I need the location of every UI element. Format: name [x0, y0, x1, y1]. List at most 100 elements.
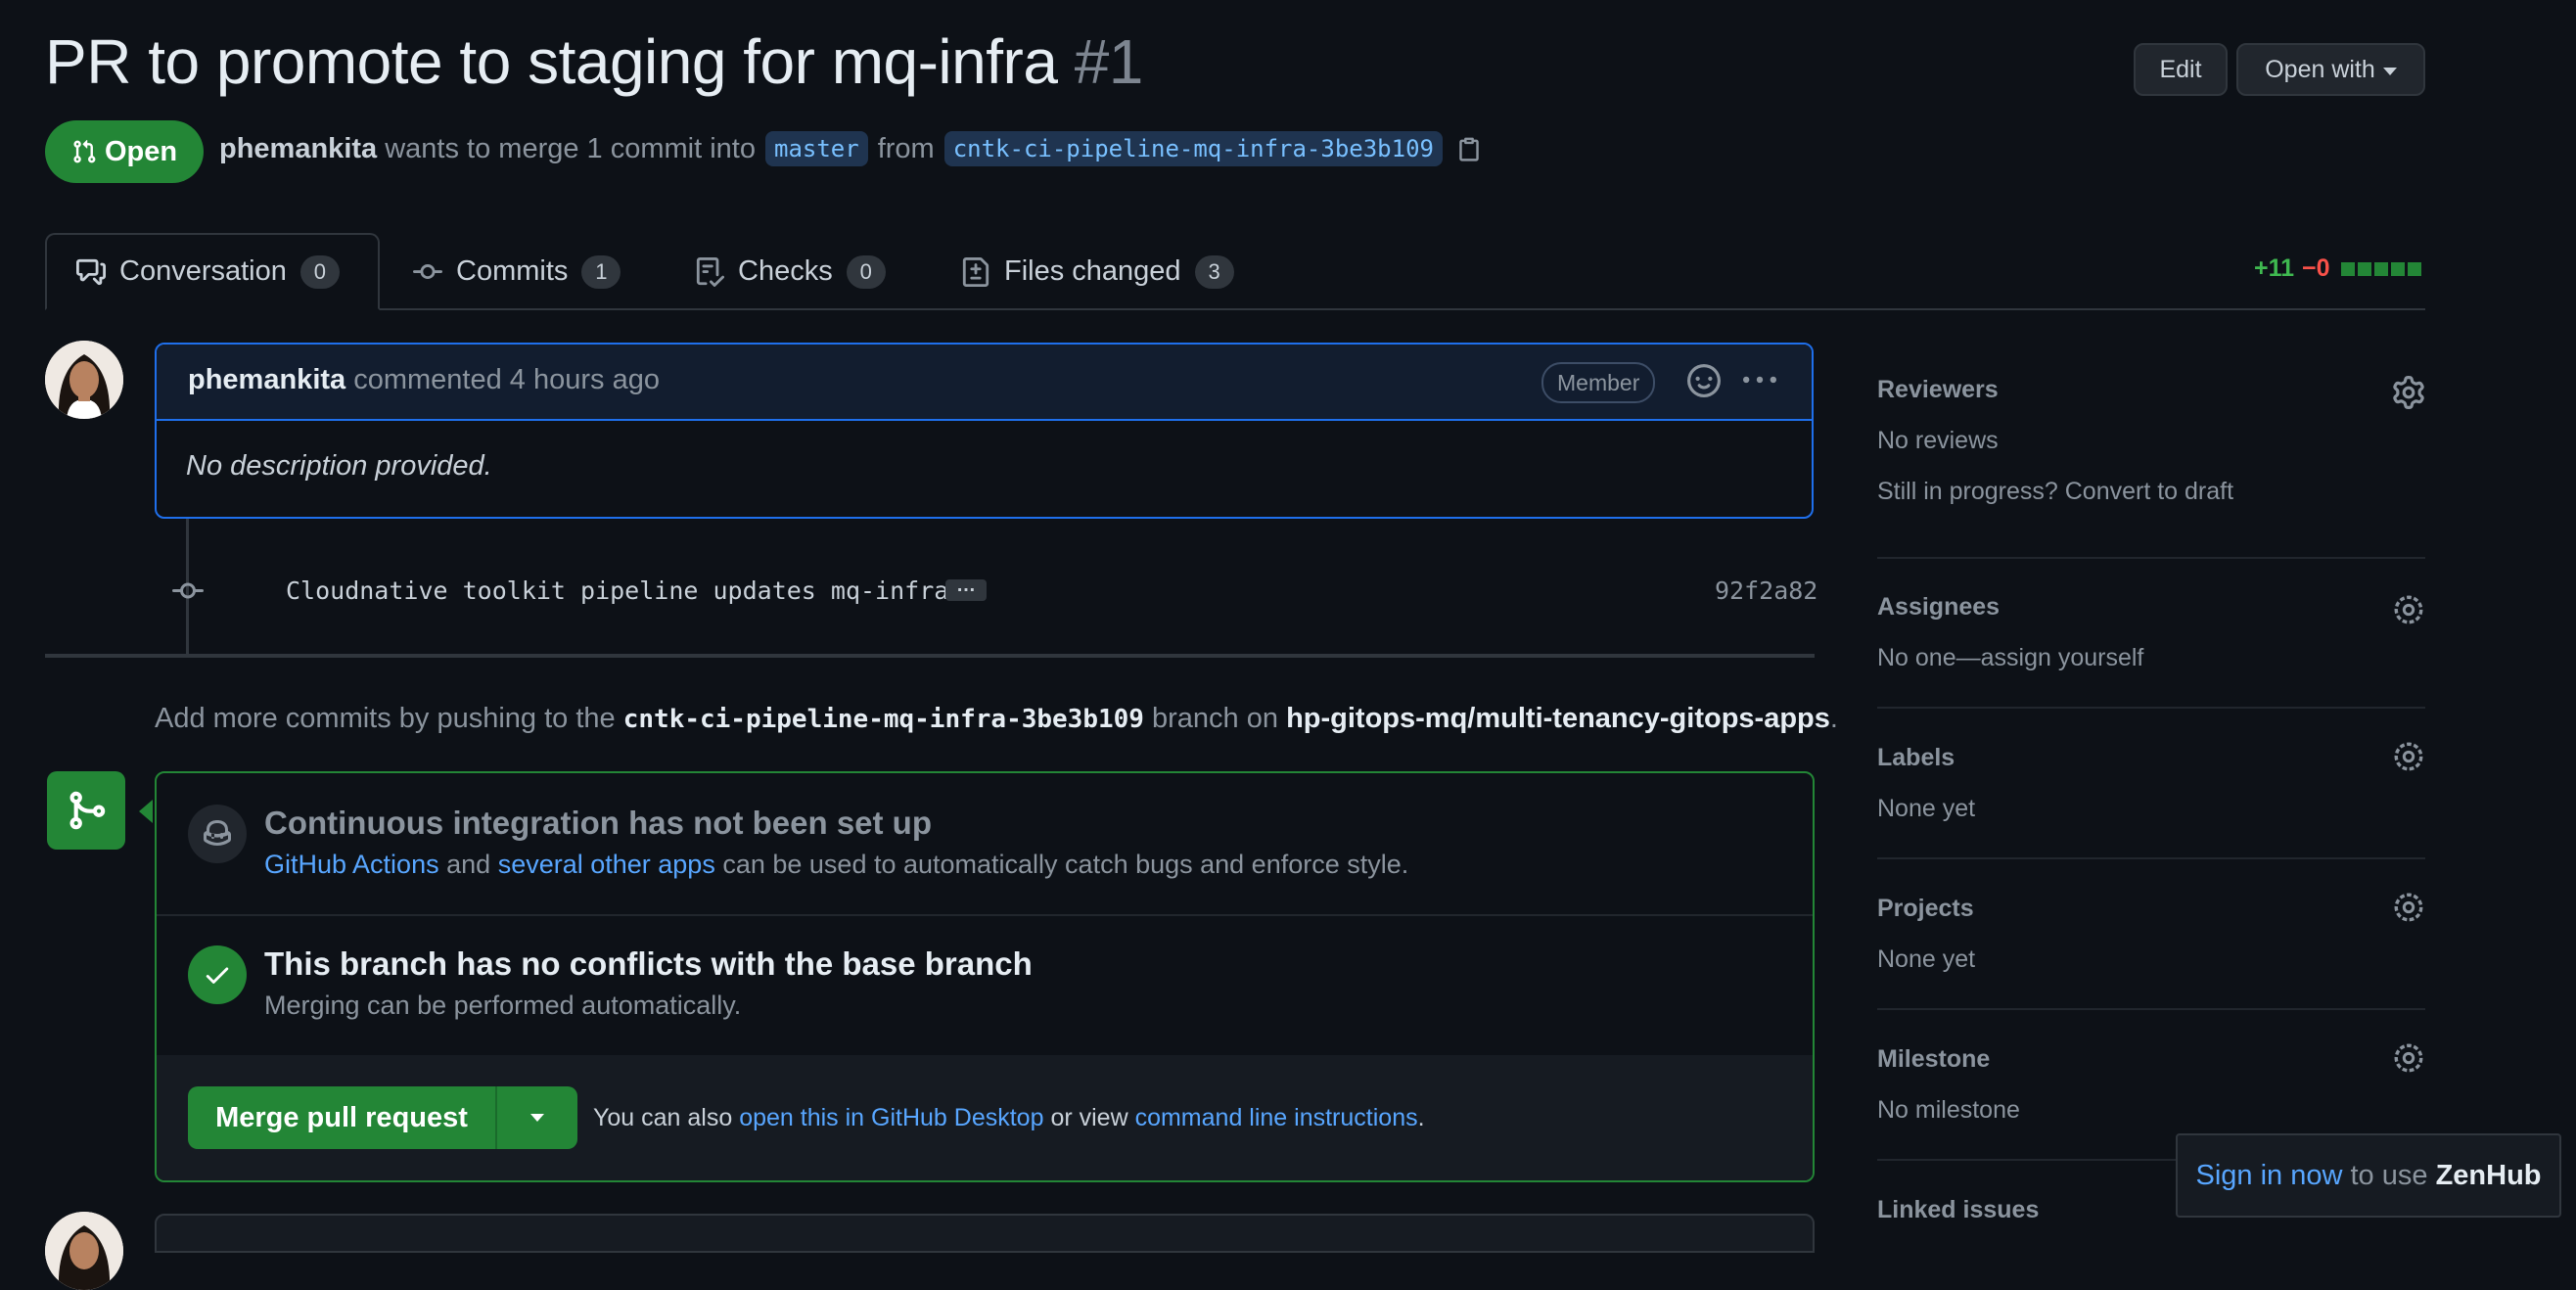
tab-commits[interactable]: Commits 1: [413, 233, 621, 310]
tab-conversation[interactable]: Conversation 0: [45, 233, 380, 310]
ci-rest: can be used to automatically catch bugs …: [722, 850, 1409, 879]
merge-note-prefix: You can also: [593, 1104, 733, 1131]
push-note-repo[interactable]: hp-gitops-mq/multi-tenancy-gitops-apps: [1286, 703, 1830, 734]
copilot-icon: [204, 820, 231, 846]
ci-and: and: [446, 850, 491, 879]
avatar[interactable]: [45, 1212, 123, 1290]
github-actions-link[interactable]: GitHub Actions: [264, 850, 439, 879]
ci-description: GitHub Actions and several other apps ca…: [264, 850, 1408, 880]
zenhub-signin-link[interactable]: Sign in now: [2196, 1160, 2343, 1192]
other-apps-link[interactable]: several other apps: [498, 850, 715, 879]
base-branch[interactable]: master: [765, 131, 868, 166]
checklist-icon: [696, 256, 724, 287]
sidebar-reviewers-value: No reviews: [1877, 427, 1999, 454]
sidebar-labels-value: None yet: [1877, 795, 1976, 822]
no-conflicts-title: This branch has no conflicts with the ba…: [264, 945, 1033, 982]
push-note-middle: branch on: [1152, 703, 1279, 734]
user-avatar-image: [45, 1212, 123, 1290]
tab-checks[interactable]: Checks 0: [695, 233, 886, 310]
comment-box: phemankita commented 4 hours ago Member …: [155, 343, 1814, 519]
sidebar-assignees-value[interactable]: No one—assign yourself: [1877, 644, 2143, 672]
kebab-horizontal-icon[interactable]: [1742, 364, 1777, 397]
diffstat-block: [2357, 261, 2371, 276]
pr-title-text: PR to promote to staging for mq-infra: [45, 26, 1058, 97]
sidebar-divider: [1877, 857, 2425, 859]
sidebar-labels-title[interactable]: Labels: [1877, 744, 1955, 772]
comment-author[interactable]: phemankita: [188, 364, 345, 395]
file-diff-icon: [962, 256, 989, 287]
command-line-instructions-link[interactable]: command line instructions: [1135, 1104, 1418, 1131]
sidebar-assignees-title[interactable]: Assignees: [1877, 593, 2000, 622]
chevron-down-icon: [2382, 67, 2397, 75]
tab-commits-label: Commits: [456, 255, 569, 287]
push-note-branch: cntk-ci-pipeline-mq-infra-3be3b109: [622, 705, 1144, 734]
smiley-icon[interactable]: [1687, 364, 1721, 397]
git-commit-icon: [172, 582, 204, 599]
tab-checks-count: 0: [846, 254, 886, 289]
commit-message-link[interactable]: Cloudnative toolkit pipeline updates mq-…: [286, 576, 948, 605]
comment-meta: phemankita commented 4 hours ago: [188, 364, 660, 396]
commit-expand-button[interactable]: …: [945, 576, 987, 601]
merge-note: You can also open this in GitHub Desktop…: [593, 1104, 1425, 1132]
head-branch[interactable]: cntk-ci-pipeline-mq-infra-3be3b109: [943, 131, 1443, 166]
open-with-button[interactable]: Open with: [2236, 43, 2425, 96]
sidebar-milestone-title[interactable]: Milestone: [1877, 1045, 1990, 1074]
push-note-suffix: .: [1829, 703, 1838, 734]
zenhub-signin-banner: Sign in now to use ZenHub: [2176, 1133, 2561, 1218]
zenhub-brand: ZenHub: [2435, 1159, 2542, 1191]
diffstat: +11 −0: [2254, 254, 2421, 283]
sidebar-projects-title[interactable]: Projects: [1877, 895, 1974, 923]
pr-title: PR to promote to staging for mq-infra #1: [45, 25, 1143, 98]
pr-number: #1: [1074, 26, 1144, 97]
push-note: Add more commits by pushing to the cntk-…: [155, 703, 1838, 735]
merge-box: Continuous integration has not been set …: [155, 771, 1815, 1182]
pr-state-label: Open: [104, 135, 178, 167]
tabs-divider: [45, 308, 2425, 310]
user-avatar-image: [45, 341, 123, 419]
tab-files-changed[interactable]: Files changed 3: [961, 233, 1234, 310]
sidebar-divider: [1877, 1008, 2425, 1010]
comment-discussion-icon: [76, 258, 106, 285]
timeline-end-divider: [45, 654, 1815, 658]
conflicts-status-row: This branch has no conflicts with the ba…: [157, 914, 1813, 1057]
merge-note-mid: or view: [1050, 1104, 1128, 1131]
edit-button[interactable]: Edit: [2134, 43, 2228, 96]
gear-icon[interactable]: [2392, 593, 2425, 626]
tab-conversation-label: Conversation: [119, 255, 287, 287]
merge-pull-request-button[interactable]: Merge pull request: [188, 1086, 497, 1149]
no-conflicts-description: Merging can be performed automatically.: [264, 991, 742, 1020]
push-note-prefix: Add more commits by pushing to the: [155, 703, 616, 734]
pr-author-link[interactable]: phemankita: [219, 133, 377, 165]
ci-robot-icon: [188, 805, 247, 863]
commit-sha-link[interactable]: 92f2a82: [1715, 576, 1817, 605]
convert-to-draft-link[interactable]: Still in progress? Convert to draft: [1877, 478, 2233, 506]
pr-state-badge: Open: [45, 120, 204, 183]
gear-icon[interactable]: [2392, 1041, 2425, 1075]
open-with-label: Open with: [2265, 55, 2375, 83]
merge-status-icon: [47, 771, 125, 850]
check-circle-icon: [188, 945, 247, 1004]
merge-note-suffix: .: [1417, 1104, 1425, 1131]
gear-icon[interactable]: [2392, 376, 2425, 409]
ci-title: Continuous integration has not been set …: [264, 805, 932, 841]
comment-timestamp[interactable]: commented 4 hours ago: [353, 364, 660, 395]
comment-header: phemankita commented 4 hours ago Member: [157, 345, 1812, 421]
merge-method-dropdown[interactable]: [497, 1086, 577, 1149]
git-commit-icon: [413, 263, 442, 279]
tab-checks-label: Checks: [738, 255, 833, 287]
pull-request-icon: [73, 139, 96, 163]
open-in-desktop-link[interactable]: open this in GitHub Desktop: [739, 1104, 1043, 1131]
copy-icon[interactable]: [1456, 136, 1482, 161]
diffstat-block: [2373, 261, 2388, 276]
gear-icon[interactable]: [2392, 740, 2425, 773]
member-badge: Member: [1541, 362, 1656, 403]
diffstat-block: [2407, 261, 2421, 276]
git-merge-icon: [69, 791, 106, 830]
tab-files-label: Files changed: [1004, 255, 1181, 287]
sidebar-reviewers-title[interactable]: Reviewers: [1877, 376, 1999, 404]
sidebar-linked-issues-title[interactable]: Linked issues: [1877, 1196, 2039, 1224]
avatar[interactable]: [45, 341, 123, 419]
sidebar-milestone-value: No milestone: [1877, 1096, 2020, 1124]
ci-status-row: Continuous integration has not been set …: [157, 773, 1813, 916]
gear-icon[interactable]: [2392, 891, 2425, 924]
